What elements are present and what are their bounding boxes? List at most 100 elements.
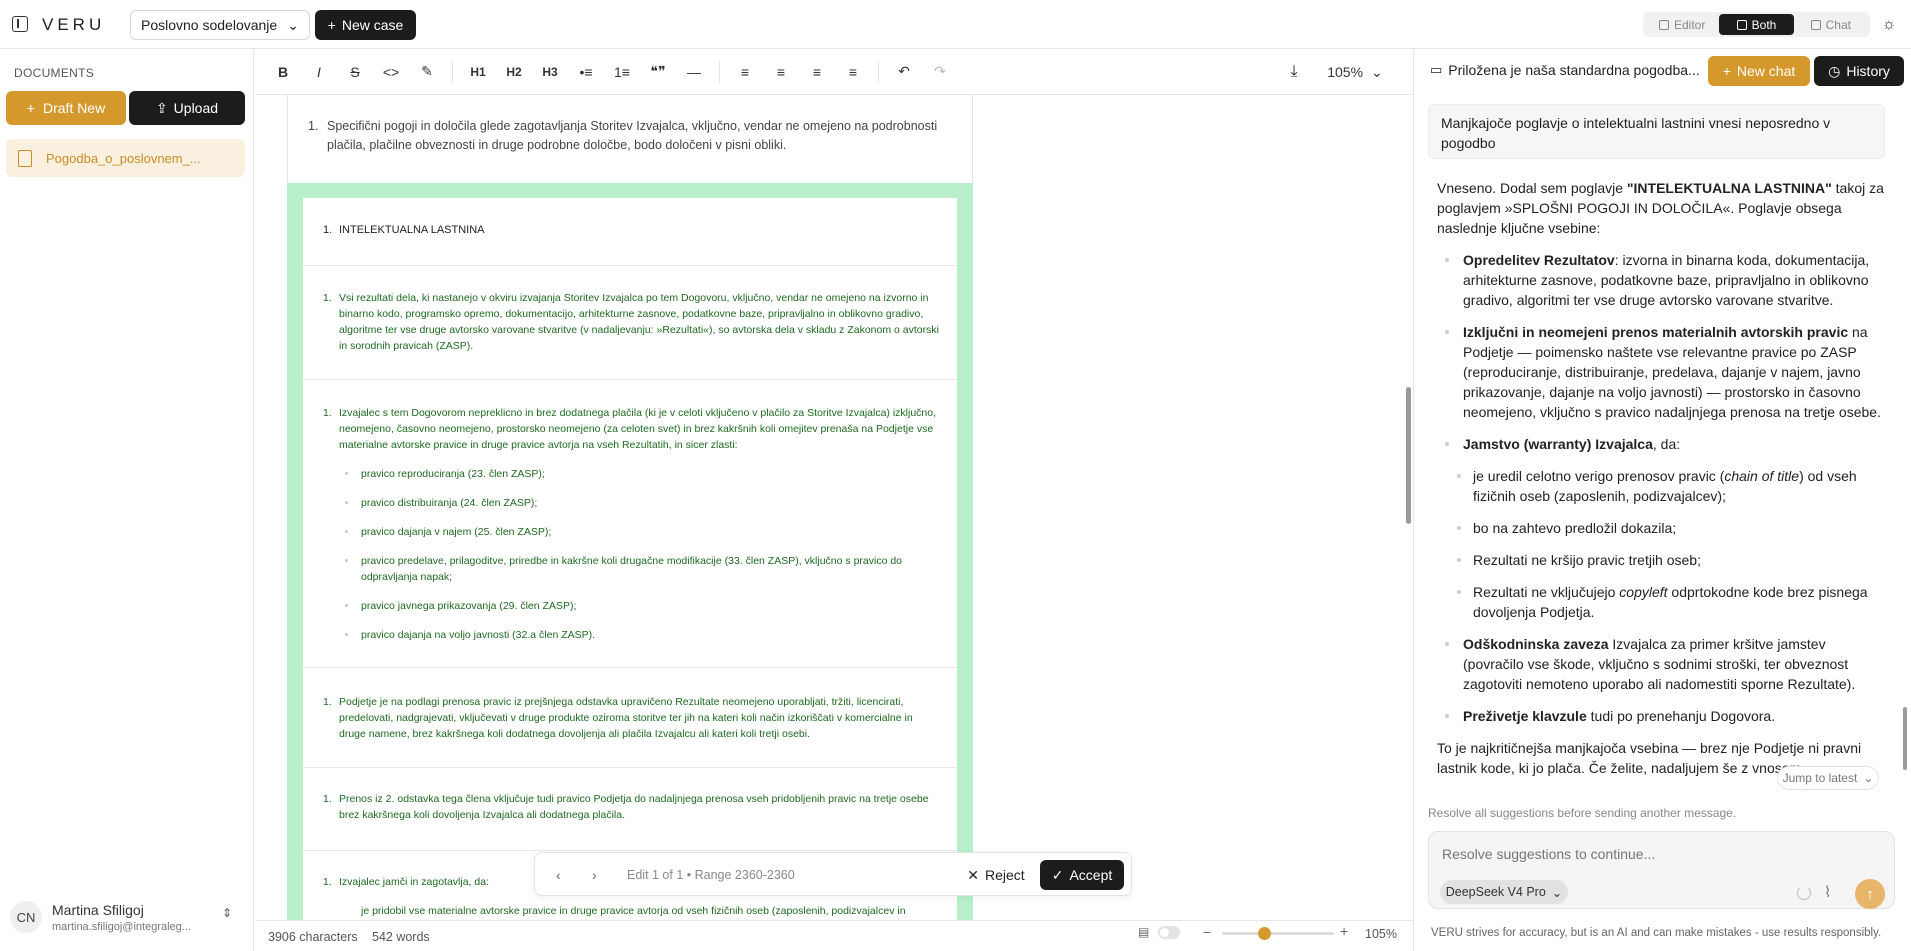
list-item: Rezultati ne vključujejo copyleft odprto… (1449, 582, 1887, 622)
character-count: 3906 characters (268, 930, 358, 944)
view-mode-editor[interactable]: Editor (1645, 14, 1719, 35)
chat-scrollbar[interactable] (1903, 707, 1907, 770)
upload-button[interactable]: ⇪ Upload (129, 91, 245, 125)
zoom-in-button[interactable]: + (1340, 923, 1348, 939)
reply-sublist: je uredil celotno verigo prenosov pravic… (1449, 466, 1887, 622)
chevron-down-icon: ⌄ (1551, 885, 1563, 900)
reject-button[interactable]: ✕ Reject (961, 861, 1031, 889)
zoom-slider-handle[interactable] (1258, 927, 1271, 940)
model-select[interactable]: DeepSeek V4 Pro ⌄ (1440, 880, 1568, 904)
highlight-button[interactable]: ✎ (409, 57, 445, 87)
paperclip-icon[interactable]: ⌇ (1824, 883, 1831, 901)
paragraph-number: 1. (323, 224, 333, 236)
bold-button[interactable]: B (265, 57, 301, 87)
document-name: Pogodba_o_poslovnem_... (46, 150, 201, 166)
paragraph-number: 1. (323, 876, 332, 888)
history-button[interactable]: ◷ History (1814, 56, 1904, 86)
editor-icon (1658, 19, 1669, 30)
paragraph-number: 1. (323, 407, 332, 419)
new-case-button[interactable]: + New case (315, 10, 416, 40)
download-icon[interactable]: ⤓ (1277, 57, 1311, 87)
status-bar: 3906 characters 542 words (255, 920, 1413, 951)
suggested-paragraph[interactable]: 1. Vsi rezultati dela, ki nastanejo v ok… (303, 266, 957, 380)
new-case-label: New case (341, 17, 404, 33)
code-button[interactable]: <> (373, 57, 409, 87)
page-view-icon[interactable]: ▤ (1138, 925, 1149, 939)
list-item: Rezultati ne kršijo pravic tretjih oseb; (1449, 550, 1887, 570)
sun-icon[interactable]: ☼ (1880, 16, 1898, 34)
reject-label: Reject (985, 867, 1025, 883)
assistant-message: Vneseno. Dodal sem poglavje "INTELEKTUAL… (1437, 178, 1887, 803)
zoom-select[interactable]: 105% ⌄ (1320, 57, 1390, 87)
user-menu[interactable]: CN Martina Sfiligoj martina.sfiligoj@int… (10, 896, 245, 938)
reply-text: Rezultati ne vključujejo (1473, 584, 1620, 600)
list-item: pravico javnega prikazovanja (29. člen Z… (345, 598, 941, 614)
history-label: History (1846, 63, 1890, 79)
toolbar-divider (719, 60, 720, 83)
paragraph-number: 1. (308, 119, 319, 133)
document-scrollbar[interactable] (1406, 387, 1411, 524)
next-edit-button[interactable]: › (592, 867, 597, 883)
document-paragraph: 1. Specifični pogoji in določila glede z… (305, 117, 955, 155)
reply-text: Vneseno. Dodal sem poglavje (1437, 180, 1627, 196)
sidebar-document-item[interactable]: Pogodba_o_poslovnem_... (6, 139, 245, 177)
case-select-label: Poslovno sodelovanje (141, 17, 278, 33)
italic-button[interactable]: I (301, 57, 337, 87)
user-email: martina.sfiligoj@integraleg... (52, 920, 191, 933)
view-toggle-switch[interactable] (1158, 926, 1180, 939)
jump-to-latest-button[interactable]: Jump to latest ⌄ (1777, 766, 1879, 790)
draft-new-button[interactable]: + Draft New (6, 91, 126, 125)
heading1-button[interactable]: H1 (460, 57, 496, 87)
documents-section-label: DOCUMENTS (14, 66, 95, 80)
align-left-button[interactable]: ≡ (727, 57, 763, 87)
blockquote-button[interactable]: ❝❞ (640, 57, 676, 87)
align-center-button[interactable]: ≡ (763, 57, 799, 87)
reply-italic: copyleft (1619, 584, 1668, 600)
upload-icon: ⇪ (155, 99, 168, 116)
bullet-list-button[interactable]: •≡ (568, 57, 604, 87)
chat-icon (1810, 19, 1821, 30)
reply-list: Opredelitev Rezultatov: izvorna in binar… (1437, 250, 1887, 726)
chat-title[interactable]: ▭ Priložena je naša standardna pogodba..… (1430, 62, 1702, 78)
accept-button[interactable]: ✓ Accept (1040, 860, 1124, 890)
document-icon (18, 149, 32, 167)
suggested-paragraph[interactable]: 1. Podjetje je na podlagi prenosa pravic… (303, 668, 957, 768)
send-button[interactable]: ↑ (1855, 879, 1885, 909)
zoom-select-label: 105% (1327, 64, 1364, 80)
redo-button[interactable]: ↷ (922, 57, 958, 87)
chevron-down-icon: ⌄ (1371, 63, 1383, 80)
reply-bold: Preživetje klavzule (1463, 708, 1587, 724)
case-select[interactable]: Poslovno sodelovanje ⌄ (130, 10, 310, 40)
edit-info: Edit 1 of 1 • Range 2360-2360 (627, 868, 795, 882)
suggested-paragraph[interactable]: 1. Prenos iz 2. odstavka tega člena vklj… (303, 768, 957, 851)
paragraph-text: Prenos iz 2. odstavka tega člena vključu… (339, 793, 929, 821)
chat-input[interactable] (1442, 843, 1872, 865)
view-mode-chat[interactable]: Chat (1794, 14, 1868, 35)
view-mode-editor-label: Editor (1673, 17, 1706, 32)
undo-button[interactable]: ↶ (886, 57, 922, 87)
list-item: Odškodninska zaveza Izvajalca za primer … (1437, 634, 1887, 694)
new-chat-button[interactable]: + New chat (1708, 56, 1810, 86)
zoom-slider[interactable] (1222, 932, 1334, 935)
suggested-heading-block[interactable]: 1. INTELEKTUALNA LASTNINA (303, 198, 957, 266)
reply-bold: Jamstvo (warranty) Izvajalca (1463, 436, 1653, 452)
message-square-icon: ▭ (1430, 62, 1443, 77)
horizontal-rule-button[interactable]: — (676, 57, 712, 87)
align-justify-button[interactable]: ≡ (835, 57, 871, 87)
view-mode-both[interactable]: Both (1719, 14, 1794, 35)
previous-edit-button[interactable]: ‹ (556, 867, 561, 883)
align-right-button[interactable]: ≡ (799, 57, 835, 87)
list-item: je uredil celotno verigo prenosov pravic… (1449, 466, 1887, 506)
sidebar-toggle-icon[interactable] (12, 16, 28, 32)
strikethrough-button[interactable]: S (337, 57, 373, 87)
upload-label: Upload (173, 100, 219, 116)
heading3-button[interactable]: H3 (532, 57, 568, 87)
suggested-paragraph[interactable]: 1. Izvajalec s tem Dogovorom nepreklicno… (303, 380, 957, 668)
chevron-up-down-icon[interactable]: ⇕ (222, 906, 232, 920)
list-item: Opredelitev Rezultatov: izvorna in binar… (1437, 250, 1887, 310)
list-item: Jamstvo (warranty) Izvajalca, da: je ure… (1437, 434, 1887, 622)
heading2-button[interactable]: H2 (496, 57, 532, 87)
plus-icon: + (1722, 63, 1731, 79)
numbered-list-button[interactable]: 1≡ (604, 57, 640, 87)
zoom-out-button[interactable]: − (1203, 924, 1211, 940)
